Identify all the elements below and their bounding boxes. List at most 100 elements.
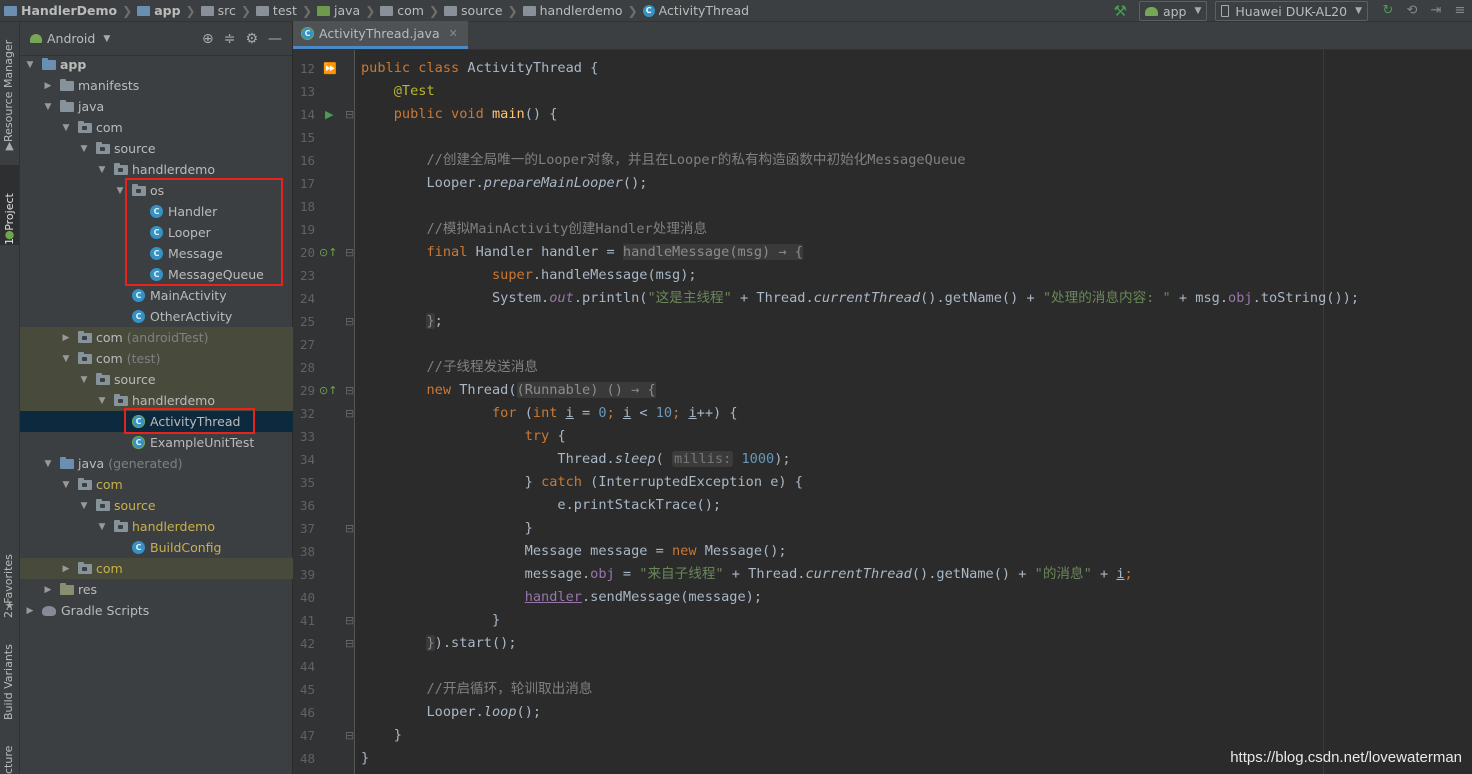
breadcrumb-item[interactable]: java <box>334 3 360 18</box>
tree-item-label: res <box>78 582 98 597</box>
chevron-down-icon[interactable]: ▼ <box>78 375 90 385</box>
hide-icon[interactable]: — <box>268 31 282 47</box>
override-icon[interactable]: ⊙↑ <box>319 241 337 264</box>
code-token: catch <box>541 474 591 490</box>
chevron-down-icon[interactable]: ▼ <box>103 34 110 44</box>
tree-item-label: handlerdemo <box>132 519 215 534</box>
class-icon: C <box>150 205 163 218</box>
fold-marker-icon[interactable]: ⊟ <box>345 103 354 126</box>
tree-item[interactable]: ▼ source <box>20 369 293 390</box>
structure-tab[interactable]: cture <box>2 742 15 774</box>
breadcrumb-item[interactable]: test <box>273 3 297 18</box>
apply-changes-icon[interactable]: ↻ <box>1380 3 1396 19</box>
run-method-icon[interactable]: ▶ <box>325 103 333 126</box>
breadcrumb-item[interactable]: HandlerDemo <box>21 3 117 18</box>
line-number: 39 <box>299 567 315 582</box>
device-select[interactable]: Huawei DUK-AL20 ▼ <box>1215 1 1368 21</box>
tree-item[interactable]: ▼ com (test) <box>20 348 293 369</box>
chevron-down-icon[interactable]: ▼ <box>96 522 108 532</box>
tree-item[interactable]: ▼ handlerdemo <box>20 159 293 180</box>
build-variants-tab[interactable]: Build Variants <box>2 634 15 720</box>
package-icon <box>78 477 92 490</box>
run-config-label: app <box>1162 3 1187 19</box>
apply-code-changes-icon[interactable]: ⟲ <box>1404 3 1420 19</box>
breadcrumb-item[interactable]: com <box>397 3 424 18</box>
fold-marker-icon[interactable]: ⊟ <box>345 241 354 264</box>
fold-marker-icon[interactable]: ⊟ <box>345 632 354 655</box>
locate-icon[interactable]: ⊕ <box>202 31 214 47</box>
chevron-down-icon[interactable]: ▼ <box>96 165 108 175</box>
chevron-down-icon[interactable]: ▼ <box>42 102 54 112</box>
hammer-icon[interactable]: ⚒ <box>1114 2 1127 20</box>
code-token: ++) { <box>696 405 738 421</box>
override-icon[interactable]: ⊙↑ <box>319 379 337 402</box>
tree-item[interactable]: ▶ manifests <box>20 75 293 96</box>
code-editor[interactable]: public class ActivityThread { @Test publ… <box>355 50 1472 774</box>
tree-item[interactable]: ▼ com <box>20 474 293 495</box>
tree-item-label: com <box>96 330 123 345</box>
attach-icon[interactable]: ≡ <box>1452 3 1468 19</box>
folder-icon <box>200 5 214 16</box>
fold-marker-icon[interactable]: ⊟ <box>345 310 354 333</box>
class-icon: C <box>150 226 163 239</box>
tree-item[interactable]: C Message <box>20 243 293 264</box>
breadcrumb-item[interactable]: handlerdemo <box>540 3 623 18</box>
fold-marker-icon[interactable]: ⊟ <box>345 402 354 425</box>
tree-item[interactable]: ▼ handlerdemo <box>20 516 293 537</box>
tree-item[interactable]: C BuildConfig <box>20 537 293 558</box>
collapse-all-icon[interactable]: ≑ <box>224 31 236 47</box>
tree-item[interactable]: C MainActivity <box>20 285 293 306</box>
chevron-down-icon[interactable]: ▼ <box>78 144 90 154</box>
chevron-right-icon[interactable]: ▶ <box>42 585 54 595</box>
class-icon: C <box>132 310 145 323</box>
chevron-down-icon[interactable]: ▼ <box>114 186 126 196</box>
tree-item[interactable]: ▼ source <box>20 495 293 516</box>
tree-item[interactable]: C Looper <box>20 222 293 243</box>
tree-item[interactable]: ▼ os <box>20 180 293 201</box>
run-config-select[interactable]: app ▼ <box>1138 1 1208 21</box>
close-icon[interactable]: ✕ <box>449 27 458 40</box>
tree-item[interactable]: ▼ java <box>20 96 293 117</box>
chevron-down-icon[interactable]: ▼ <box>42 459 54 469</box>
breadcrumb-item[interactable]: source <box>461 3 503 18</box>
tree-item[interactable]: ▼ com <box>20 117 293 138</box>
tree-item[interactable]: ▼ app <box>20 54 293 75</box>
editor-tab[interactable]: C ActivityThread.java ✕ <box>293 21 468 49</box>
tree-item[interactable]: C Handler <box>20 201 293 222</box>
chevron-right-icon[interactable]: ▶ <box>60 564 72 574</box>
chevron-down-icon[interactable]: ▼ <box>60 354 72 364</box>
chevron-down-icon[interactable]: ▼ <box>78 501 90 511</box>
tree-item-label: MainActivity <box>150 288 227 303</box>
fold-marker-icon[interactable]: ⊟ <box>345 609 354 632</box>
fold-marker-icon[interactable]: ⊟ <box>345 379 354 402</box>
chevron-down-icon[interactable]: ▼ <box>96 396 108 406</box>
tree-item[interactable]: C OtherActivity <box>20 306 293 327</box>
chevron-right-icon[interactable]: ▶ <box>42 81 54 91</box>
chevron-right-icon[interactable]: ▶ <box>24 606 36 616</box>
tree-item[interactable]: ▶ res <box>20 579 293 600</box>
chevron-down-icon[interactable]: ▼ <box>24 60 36 70</box>
gear-icon[interactable]: ⚙ <box>245 31 258 47</box>
chevron-down-icon[interactable]: ▼ <box>60 123 72 133</box>
view-mode-select[interactable]: Android <box>47 31 95 46</box>
breadcrumb-item[interactable]: src <box>218 3 236 18</box>
breadcrumb-item[interactable]: ActivityThread <box>659 3 749 18</box>
tree-item[interactable]: ▼ java (generated) <box>20 453 293 474</box>
tree-item[interactable]: ▼ handlerdemo <box>20 390 293 411</box>
chevron-down-icon[interactable]: ▼ <box>60 480 72 490</box>
breadcrumb-item[interactable]: app <box>154 3 180 18</box>
fold-marker-icon[interactable]: ⊟ <box>345 724 354 747</box>
tree-item[interactable]: C ExampleUnitTest <box>20 432 293 453</box>
resource-manager-tab[interactable]: Resource Manager <box>2 32 15 142</box>
tree-item[interactable]: C MessageQueue <box>20 264 293 285</box>
tree-item[interactable]: ▶ Gradle Scripts <box>20 600 293 621</box>
tree-item-qualifier: (androidTest) <box>126 330 209 345</box>
chevron-right-icon[interactable]: ▶ <box>60 333 72 343</box>
debug-icon[interactable]: ⇥ <box>1428 3 1444 19</box>
tree-item[interactable]: ▶ com (androidTest) <box>20 327 293 348</box>
tree-item[interactable]: ▼ source <box>20 138 293 159</box>
tree-item[interactable]: ▶ com <box>20 558 293 579</box>
run-class-icon[interactable]: ⏩ <box>323 57 337 80</box>
fold-marker-icon[interactable]: ⊟ <box>345 517 354 540</box>
tree-item[interactable]: C ActivityThread <box>20 411 293 432</box>
